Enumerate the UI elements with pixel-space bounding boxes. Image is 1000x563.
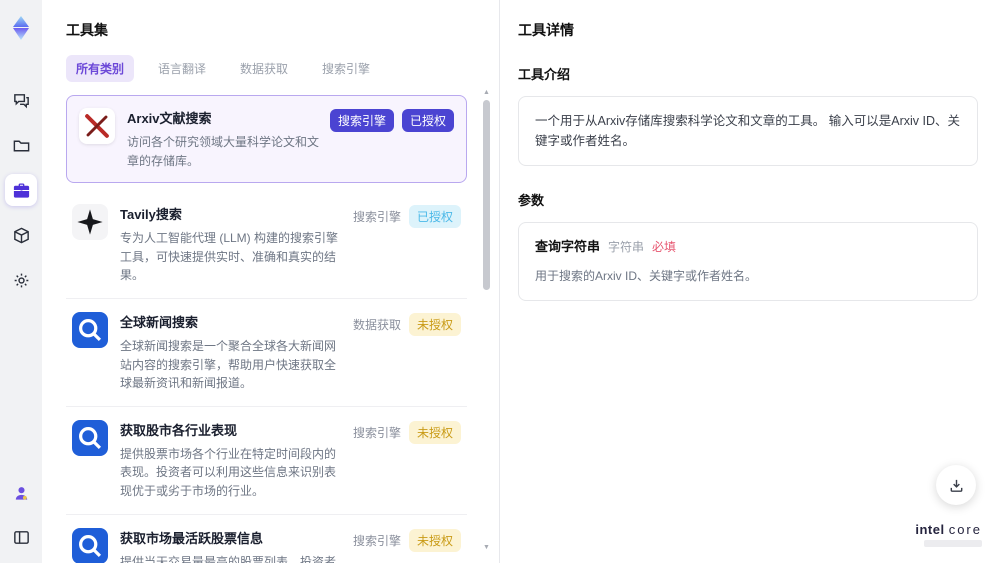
layout-sidebar-icon xyxy=(13,530,29,544)
category-label: 数据获取 xyxy=(352,317,401,332)
news-search-icon xyxy=(79,426,102,449)
download-button[interactable] xyxy=(936,465,976,505)
category-tabs: 所有类别 语言翻译 数据获取 搜索引擎 xyxy=(66,55,499,82)
sidebar-item-files[interactable] xyxy=(5,129,37,161)
cube-icon xyxy=(13,227,29,243)
tool-card-most-active-stocks[interactable]: 获取市场最活跃股票信息 提供当天交易量最高的股票列表，投资者可以利用这些信息来识… xyxy=(66,515,467,563)
tool-title: 全球新闻搜索 xyxy=(120,314,199,330)
param-type: 字符串 xyxy=(608,240,645,254)
tool-title: 获取市场最活跃股票信息 xyxy=(120,530,264,546)
intro-box: 一个用于从Arxiv存储库搜索科学论文和文章的工具。 输入可以是Arxiv ID… xyxy=(518,96,978,166)
gear-icon xyxy=(14,273,28,287)
params-heading: 参数 xyxy=(518,193,545,208)
category-label: 搜索引擎 xyxy=(352,210,401,225)
auth-badge: 未授权 xyxy=(408,528,461,552)
param-required-badge: 必填 xyxy=(652,240,677,254)
sidebar-item-profile[interactable] xyxy=(5,477,37,509)
tab-language-translation[interactable]: 语言翻译 xyxy=(148,55,216,82)
auth-badge: 未授权 xyxy=(408,312,461,336)
param-name: 查询字符串 xyxy=(535,239,601,254)
tool-title: Tavily搜索 xyxy=(120,207,182,223)
download-icon xyxy=(950,479,962,492)
param-box: 查询字符串 字符串 必填 用于搜索的Arxiv ID、关键字或作者姓名。 xyxy=(518,222,978,301)
page-title: 工具集 xyxy=(66,22,108,38)
scroll-up-arrow[interactable]: ▲ xyxy=(482,88,491,98)
auth-badge: 已授权 xyxy=(401,109,454,132)
tab-all-categories[interactable]: 所有类别 xyxy=(66,55,135,82)
tool-card-sector-performance[interactable]: 获取股市各行业表现 提供股票市场各个行业在特定时间段内的表现。投资者可以利用这些… xyxy=(66,407,467,515)
sidebar-item-tools[interactable] xyxy=(5,174,37,206)
sidebar-item-settings[interactable] xyxy=(5,264,37,296)
category-label: 搜索引擎 xyxy=(352,425,401,440)
intel-core-logo: intel core xyxy=(915,522,982,547)
left-rail xyxy=(0,0,42,563)
detail-title: 工具详情 xyxy=(518,22,574,38)
arxiv-icon xyxy=(85,114,109,138)
intro-heading: 工具介绍 xyxy=(518,67,571,82)
tool-desc: 专为人工智能代理 (LLM) 构建的搜索引擎工具，可快速提供实时、准确和真实的结… xyxy=(120,231,339,283)
tool-detail-panel: 工具详情 工具介绍 一个用于从Arxiv存储库搜索科学论文和文章的工具。 输入可… xyxy=(500,0,1000,563)
gem-logo-icon xyxy=(13,16,29,40)
tool-desc: 提供股票市场各个行业在特定时间段内的表现。投资者可以利用这些信息来识别表现优于或… xyxy=(120,446,337,498)
intel-wordmark: intel xyxy=(915,522,945,537)
param-desc: 用于搜索的Arxiv ID、关键字或作者姓名。 xyxy=(535,268,758,283)
core-wordmark: core xyxy=(948,522,982,537)
folder-icon xyxy=(13,140,29,151)
tool-card-tavily[interactable]: Tavily搜索 专为人工智能代理 (LLM) 构建的搜索引擎工具，可快速提供实… xyxy=(66,191,467,299)
briefcase-icon xyxy=(13,182,29,198)
sidebar-collapse-toggle[interactable] xyxy=(5,521,37,553)
auth-badge: 已授权 xyxy=(408,205,461,229)
tool-title: Arxiv文献搜索 xyxy=(127,111,212,126)
news-search-icon xyxy=(79,318,102,342)
tool-list: Arxiv文献搜索 访问各个研究领域大量科学论文和文章的存储库。 搜索引擎 已授… xyxy=(66,95,499,563)
tool-title: 获取股市各行业表现 xyxy=(120,422,238,438)
tool-desc: 访问各个研究领域大量科学论文和文章的存储库。 xyxy=(127,135,320,168)
scroll-down-arrow[interactable]: ▼ xyxy=(482,543,491,553)
user-icon xyxy=(15,486,27,500)
tool-desc: 全球新闻搜索是一个聚合全球各大新闻网站内容的搜索引擎，帮助用户快速获取全球最新资… xyxy=(120,338,337,391)
sparkle-icon xyxy=(77,209,103,235)
tool-desc: 提供当天交易量最高的股票列表，投资者可以利用这些信息来识别流动性强的股票和潜在的… xyxy=(120,554,337,563)
news-search-icon xyxy=(79,534,102,557)
brand-subtext-placeholder xyxy=(924,540,982,547)
tab-data-fetch[interactable]: 数据获取 xyxy=(230,55,298,82)
chat-icon xyxy=(13,93,29,108)
category-label: 搜索引擎 xyxy=(352,533,401,548)
tool-card-arxiv[interactable]: Arxiv文献搜索 访问各个研究领域大量科学论文和文章的存储库。 搜索引擎 已授… xyxy=(66,95,467,184)
tool-card-global-news[interactable]: 全球新闻搜索 全球新闻搜索是一个聚合全球各大新闻网站内容的搜索引擎，帮助用户快速… xyxy=(66,299,467,407)
category-badge: 搜索引擎 xyxy=(329,109,394,132)
tab-search-engine[interactable]: 搜索引擎 xyxy=(312,55,380,82)
list-scrollbar: ▲ ▼ xyxy=(482,88,491,553)
scrollbar-thumb[interactable] xyxy=(483,100,490,290)
tool-list-panel: 工具集 所有类别 语言翻译 数据获取 搜索引擎 Arxiv文献搜索 访问各个研究… xyxy=(42,0,500,563)
sidebar-item-packages[interactable] xyxy=(5,219,37,251)
auth-badge: 未授权 xyxy=(408,420,461,444)
sidebar-item-chat[interactable] xyxy=(5,84,37,116)
